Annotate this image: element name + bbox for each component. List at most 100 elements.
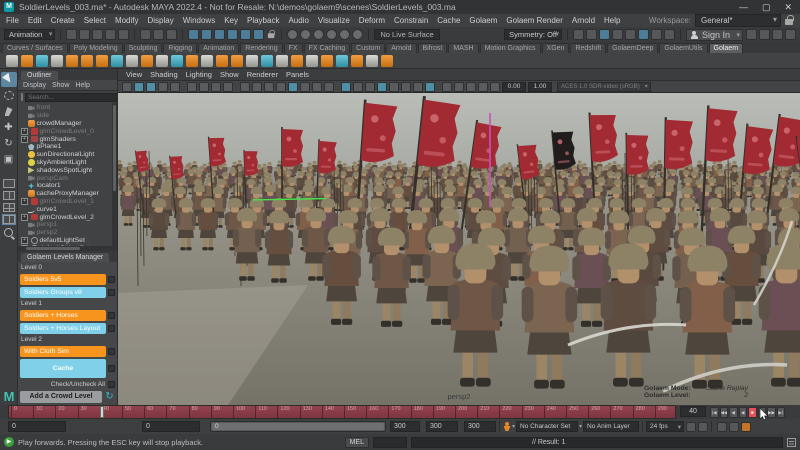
playhead[interactable] xyxy=(100,406,104,418)
menu-item[interactable]: Display xyxy=(148,16,174,25)
menu-item[interactable]: Audio xyxy=(288,16,308,25)
rotate-tool-icon[interactable]: ↻ xyxy=(1,136,17,151)
shelf-tab[interactable]: GolaemUtils xyxy=(659,43,707,53)
outliner-item[interactable]: pPlane1 xyxy=(20,143,117,151)
shelf-tab[interactable]: MASH xyxy=(448,43,478,53)
layout-outliner-persp-icon[interactable] xyxy=(3,215,15,224)
viewport-icon[interactable] xyxy=(442,82,452,92)
sign-in-button[interactable]: Sign In xyxy=(686,29,743,41)
playback-button[interactable]: ▶| xyxy=(777,407,786,418)
status-icon[interactable] xyxy=(759,29,770,40)
shelf-tool-icon[interactable] xyxy=(126,55,138,67)
status-icon[interactable] xyxy=(253,29,264,40)
outliner-item[interactable]: glmCrowdLevel_2 xyxy=(20,213,117,221)
status-icon[interactable] xyxy=(287,29,298,40)
outliner-menu-item[interactable]: Show xyxy=(52,82,70,89)
shelf-tool-icon[interactable] xyxy=(366,55,378,67)
crowd-level-checkbox[interactable] xyxy=(108,325,115,332)
animation-end-field[interactable] xyxy=(426,421,458,432)
minimize-button[interactable]: — xyxy=(739,2,748,13)
viewport-scene[interactable]: persp2 Golaem Mode:Cache Replay Golaem L… xyxy=(118,93,800,405)
playback-button[interactable]: ▶▶ xyxy=(767,407,776,418)
symmetry-field[interactable]: Symmetry: Off xyxy=(504,29,562,40)
chevron-down-icon[interactable]: ▾ xyxy=(579,423,582,430)
viewport-icon[interactable] xyxy=(122,82,132,92)
shelf-tool-icon[interactable] xyxy=(51,55,63,67)
shelf-tab[interactable]: GolaemDeep xyxy=(607,43,658,53)
status-icon[interactable] xyxy=(313,29,324,40)
outliner-item[interactable]: defaultLightSet xyxy=(20,237,117,245)
status-icon[interactable] xyxy=(625,29,636,40)
outliner-item[interactable]: perspCam xyxy=(20,174,117,182)
viewport-icon[interactable] xyxy=(211,82,221,92)
viewport-icon[interactable] xyxy=(300,82,310,92)
animation-prefs-clock-icon[interactable] xyxy=(729,422,739,432)
viewport-icon[interactable] xyxy=(223,82,233,92)
viewport-icon[interactable] xyxy=(365,82,375,92)
shelf-tool-icon[interactable] xyxy=(96,55,108,67)
gamma-field[interactable] xyxy=(528,82,552,92)
color-space-dropdown[interactable]: ACES 1.0 SDR-video (sRGB) xyxy=(557,82,651,92)
crowd-level-checkbox[interactable] xyxy=(108,276,115,283)
menu-item[interactable]: Deform xyxy=(359,16,385,25)
menu-item[interactable]: Help xyxy=(604,16,620,25)
shelf-tab[interactable]: FX Caching xyxy=(304,43,351,53)
crowd-level-bar[interactable]: Cache xyxy=(20,359,106,378)
layout-single-pane-icon[interactable] xyxy=(3,179,15,188)
levels-manager-tab[interactable]: Golaem Levels Manager xyxy=(18,251,117,262)
history-lock-icon[interactable] xyxy=(268,30,275,39)
character-set-icon[interactable] xyxy=(503,422,511,432)
shelf-tab[interactable]: Bifrost xyxy=(418,43,448,53)
menu-item[interactable]: Modify xyxy=(115,16,139,25)
shelf-tool-icon[interactable] xyxy=(21,55,33,67)
maximize-button[interactable]: ▢ xyxy=(762,2,771,13)
refresh-icon[interactable]: ↻ xyxy=(104,391,115,403)
menu-set-dropdown[interactable]: Animation xyxy=(4,29,55,40)
move-tool-icon[interactable]: ✚ xyxy=(1,120,17,135)
viewport-icon[interactable] xyxy=(389,82,399,92)
script-editor-icon[interactable] xyxy=(787,438,796,447)
outliner-horizontal-scrollbar[interactable] xyxy=(18,246,117,251)
shelf-tab[interactable]: Redshift xyxy=(570,43,606,53)
outliner-search-input[interactable] xyxy=(25,93,119,102)
crowd-level-bar[interactable]: Level 1 xyxy=(20,300,115,308)
viewport-icon[interactable] xyxy=(276,82,286,92)
viewport-icon[interactable] xyxy=(170,82,180,92)
viewport-icon[interactable] xyxy=(264,82,274,92)
layout-two-pane-icon[interactable] xyxy=(3,191,15,200)
status-icon[interactable] xyxy=(326,29,337,40)
crowd-level-checkbox[interactable] xyxy=(108,348,115,355)
status-icon[interactable] xyxy=(188,29,199,40)
loop-icon[interactable] xyxy=(686,422,696,432)
crowd-level-row[interactable]: Soldiers 5v5 xyxy=(20,274,115,285)
viewport-icon[interactable] xyxy=(199,82,209,92)
menu-item[interactable]: Visualize xyxy=(318,16,350,25)
crowd-level-bar[interactable]: Soldiers + Horses Layout xyxy=(20,323,106,334)
viewport-icon[interactable] xyxy=(454,82,464,92)
status-icon[interactable] xyxy=(166,29,177,40)
shelf-tool-icon[interactable] xyxy=(261,55,273,67)
outliner-item[interactable]: glmCrowdLevel_0 xyxy=(20,127,117,135)
crowd-level-row[interactable]: Soldiers + Horses Layout xyxy=(20,323,115,334)
menu-item[interactable]: Create xyxy=(51,16,75,25)
crowd-level-checkbox[interactable] xyxy=(108,365,115,372)
outliner-menu-item[interactable]: Display xyxy=(23,82,46,89)
menu-item[interactable]: Golaem xyxy=(469,16,497,25)
outliner-menu-item[interactable]: Help xyxy=(75,82,89,89)
playback-button[interactable]: ◀ xyxy=(729,407,738,418)
shelf-tool-icon[interactable] xyxy=(351,55,363,67)
shelf-tab[interactable]: Rendering xyxy=(240,43,282,53)
status-icon[interactable] xyxy=(227,29,238,40)
shelf-tool-icon[interactable] xyxy=(276,55,288,67)
shelf-tool-icon[interactable] xyxy=(81,55,93,67)
playback-button[interactable]: ◀◀ xyxy=(720,407,729,418)
workspace-dropdown[interactable]: General* xyxy=(695,14,781,27)
outliner-item[interactable]: locator1 xyxy=(20,182,117,190)
shelf-tool-icon[interactable] xyxy=(156,55,168,67)
outliner-item[interactable]: persp1 xyxy=(20,221,117,229)
status-icon[interactable] xyxy=(214,29,225,40)
crowd-level-bar[interactable]: Soldiers Groups v8 xyxy=(20,287,106,298)
outliner-item[interactable]: curve1 xyxy=(20,205,117,213)
status-icon[interactable] xyxy=(612,29,623,40)
crowd-level-row[interactable]: Soldiers + Horses xyxy=(20,310,115,321)
